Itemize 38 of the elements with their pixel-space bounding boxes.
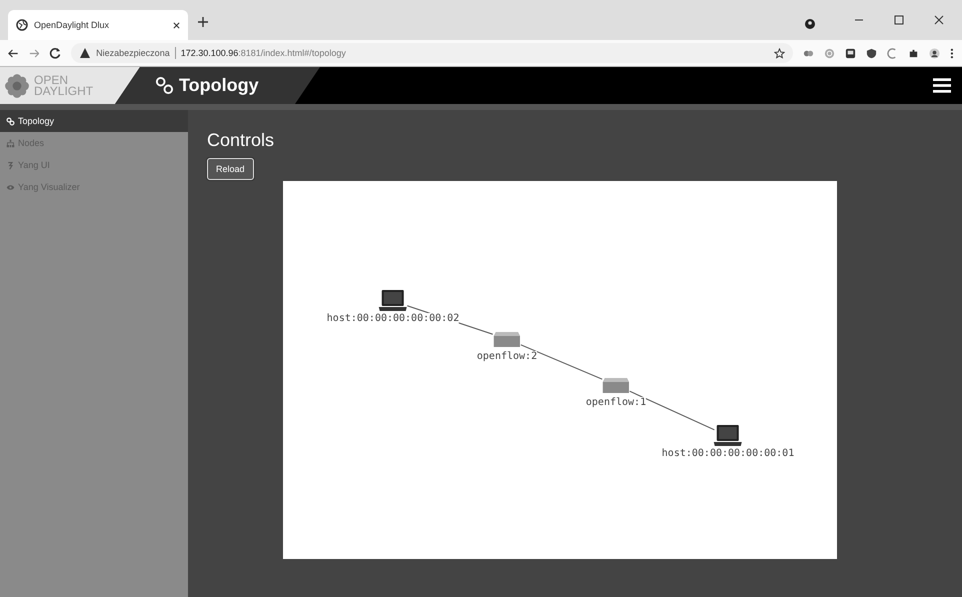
section-heading: Controls: [207, 130, 276, 152]
node-label: openflow:2: [476, 351, 538, 362]
topology-icon: [6, 116, 15, 126]
url-text: 172.30.100.96:8181/index.html#/topology: [180, 48, 346, 58]
back-icon[interactable]: [8, 48, 19, 58]
tab-title: OpenDaylight Dlux: [34, 20, 110, 30]
logo-text: DAYLIGHT: [34, 86, 94, 96]
topology-icon: [155, 76, 174, 95]
address-bar[interactable]: Niezabezpieczona 172.30.100.96:8181/index.html#/topology: [71, 43, 794, 63]
node-label: host:00:00:00:00:00:02: [326, 313, 460, 324]
star-icon[interactable]: [774, 48, 786, 58]
menu-icon[interactable]: [933, 78, 951, 93]
hierarchy-icon: [6, 138, 15, 148]
reload-button[interactable]: Reload: [207, 158, 254, 180]
shield-icon[interactable]: [866, 48, 878, 58]
laptop-icon[interactable]: [713, 424, 743, 448]
security-label: Niezabezpieczona: [96, 48, 170, 58]
reload-icon[interactable]: [49, 47, 62, 59]
warning-icon: [79, 47, 92, 59]
bolt-icon: [6, 160, 15, 170]
flower-icon: [4, 72, 30, 98]
profile-icon[interactable]: [929, 48, 940, 58]
node-label: openflow:1: [586, 397, 646, 408]
node-label: host:00:00:00:00:00:01: [662, 448, 794, 459]
browser-tab[interactable]: OpenDaylight Dlux: [8, 10, 188, 40]
new-tab-icon[interactable]: [198, 17, 208, 27]
close-icon[interactable]: [173, 22, 180, 28]
extension-icon[interactable]: [845, 48, 856, 58]
forward-icon[interactable]: [28, 48, 40, 58]
location-pin-icon[interactable]: [804, 18, 816, 30]
logo-text: OPEN: [34, 74, 70, 86]
menu-icon[interactable]: [950, 48, 954, 58]
close-icon[interactable]: [933, 14, 945, 26]
maximize-icon[interactable]: [893, 14, 905, 26]
laptop-icon[interactable]: [378, 289, 408, 313]
sidebar-item[interactable]: Topology: [0, 110, 188, 132]
page-title: Topology: [179, 75, 259, 96]
eye-icon: [6, 182, 15, 192]
